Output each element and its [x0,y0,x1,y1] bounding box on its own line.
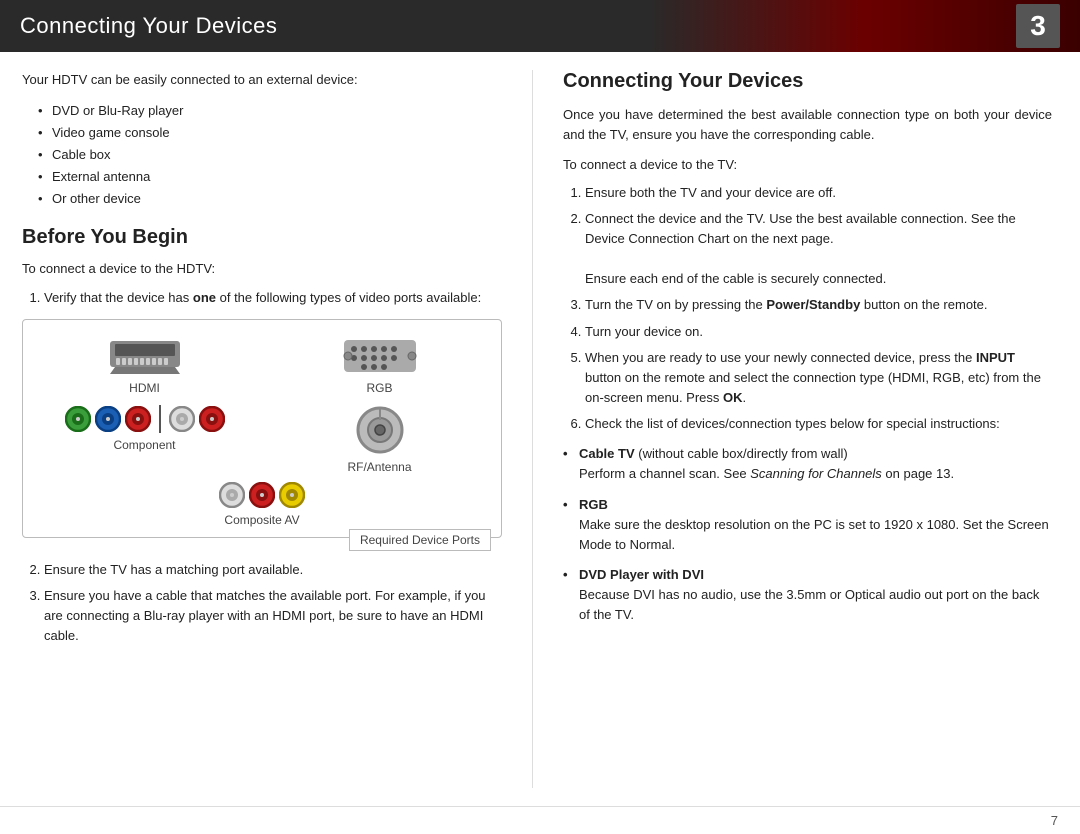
rf-icon [355,405,405,455]
component-label: Component [113,438,175,452]
right-intro: Once you have determined the best availa… [563,105,1052,145]
header-title: Connecting Your Devices [20,13,277,39]
page-footer: 7 [0,806,1080,834]
composite-yellow-icon [279,482,305,508]
left-column: Your HDTV can be easily connected to an … [22,70,502,788]
component-red-icon [125,406,151,432]
step-intro: To connect a device to the HDTV: [22,259,502,279]
steps-list: Verify that the device has one of the fo… [22,288,502,308]
right-column: Connecting Your Devices Once you have de… [532,70,1052,788]
list-item: Video game console [38,122,502,144]
right-step-6: Check the list of devices/connection typ… [585,414,1052,434]
rgb-icon [340,336,420,376]
connector-divider [159,405,161,433]
page-number-badge: 3 [1016,4,1060,48]
hdmi-label: HDMI [129,381,160,395]
step-3: Ensure you have a cable that matches the… [44,586,502,646]
device-ports-box: HDMI [22,319,502,538]
right-step-intro: To connect a device to the TV: [563,155,1052,175]
composite-label: Composite AV [224,513,299,527]
caption-box: Required Device Ports [349,529,491,551]
composite-item: Composite AV [219,482,305,527]
composite-connectors [219,482,305,508]
step-1: Verify that the device has one of the fo… [44,288,502,308]
component-blue-icon [95,406,121,432]
right-step-5: When you are ready to use your newly con… [585,348,1052,408]
device-list: DVD or Blu-Ray player Video game console… [38,100,502,210]
rf-item: RF/Antenna [272,405,487,474]
special-item-rgb: RGB Make sure the desktop resolution on … [563,495,1052,555]
rgb-label: RGB [366,381,392,395]
component-connectors [65,405,225,433]
intro-text: Your HDTV can be easily connected to an … [22,70,502,90]
main-content: Your HDTV can be easily connected to an … [0,52,1080,806]
composite-row: Composite AV [37,482,487,527]
right-steps-list: Ensure both the TV and your device are o… [563,183,1052,435]
special-item-dvd: DVD Player with DVI Because DVI has no a… [563,565,1052,625]
right-step-3: Turn the TV on by pressing the Power/Sta… [585,295,1052,315]
right-step-2: Connect the device and the TV. Use the b… [585,209,1052,290]
hdmi-icon [105,336,185,376]
right-heading: Connecting Your Devices [563,70,1052,93]
caption-text: Required Device Ports [360,533,480,547]
page-header: Connecting Your Devices 3 [0,0,1080,52]
right-step-4: Turn your device on. [585,322,1052,342]
special-items-list: Cable TV (without cable box/directly fro… [563,444,1052,625]
hdmi-item: HDMI [37,336,252,395]
steps-list-2: Ensure the TV has a matching port availa… [22,560,502,647]
footer-page-number: 7 [1051,813,1058,828]
step-2: Ensure the TV has a matching port availa… [44,560,502,580]
list-item: External antenna [38,166,502,188]
device-grid: HDMI [37,336,487,474]
rf-label: RF/Antenna [347,460,411,474]
right-step-1: Ensure both the TV and your device are o… [585,183,1052,203]
list-item: Or other device [38,188,502,210]
component-white-icon [169,406,195,432]
list-item: Cable box [38,144,502,166]
composite-white-icon [219,482,245,508]
before-you-begin-heading: Before You Begin [22,226,502,249]
device-ports-wrapper: HDMI [22,319,502,538]
composite-red-icon [249,482,275,508]
component-green-icon [65,406,91,432]
rgb-item: RGB [272,336,487,395]
special-item-cabletv: Cable TV (without cable box/directly fro… [563,444,1052,484]
component-item: Component [37,405,252,474]
component-red2-icon [199,406,225,432]
list-item: DVD or Blu-Ray player [38,100,502,122]
